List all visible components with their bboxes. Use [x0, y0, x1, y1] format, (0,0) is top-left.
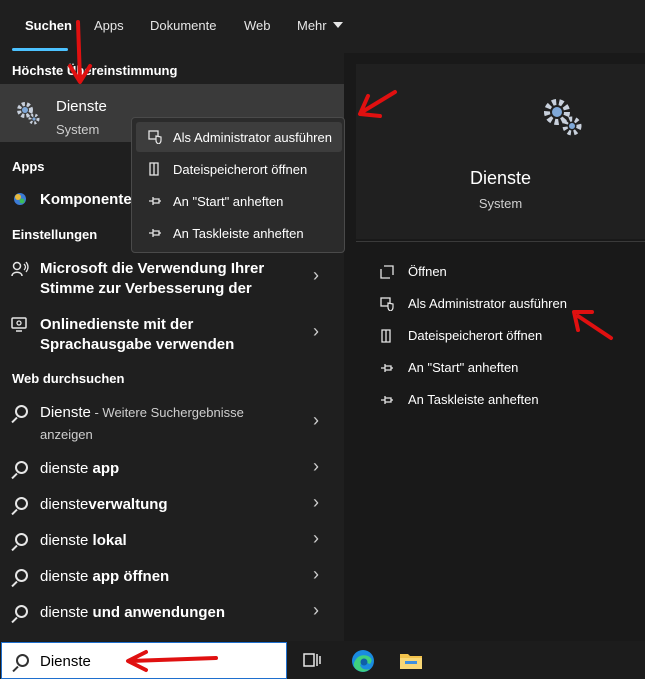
speech-icon [11, 261, 29, 277]
open-icon [380, 265, 394, 279]
chevron-right-icon: › [313, 492, 319, 512]
web-term: Dienste [40, 404, 91, 421]
chevron-right-icon: › [313, 564, 319, 584]
tab-apps[interactable]: Apps [94, 18, 124, 33]
settings-item-line2: Stimme zur Verbesserung der [40, 280, 252, 297]
best-match-subtitle: System [56, 122, 100, 137]
section-apps: Apps [12, 159, 45, 174]
action-label: Als Administrator ausführen [408, 296, 567, 311]
settings-item-line1: Onlinedienste mit der [40, 316, 194, 333]
tab-mehr[interactable]: Mehr [297, 18, 343, 33]
suggestion-bold: verwaltung [88, 496, 168, 513]
suggestion-prefix: dienste [40, 532, 93, 549]
active-tab-indicator [12, 48, 68, 51]
folder-icon [149, 162, 159, 176]
shield-icon [380, 297, 394, 311]
web-suffix: - Weitere Suchergebnisse [90, 405, 244, 420]
action-label: An "Start" anheften [408, 360, 519, 375]
tab-dokumente[interactable]: Dokumente [150, 18, 216, 33]
task-view-icon[interactable] [303, 652, 321, 668]
search-icon [15, 533, 28, 546]
context-item-run-as-admin[interactable]: Als Administrator ausführen [136, 122, 342, 152]
chevron-right-icon: › [313, 410, 319, 430]
search-icon [15, 497, 28, 510]
context-item-label: An "Start" anheften [173, 194, 284, 209]
web-suffix-line2: anzeigen [40, 427, 93, 442]
chevron-right-icon: › [313, 456, 319, 476]
best-match-title: Dienste [56, 98, 107, 115]
chevron-right-icon: › [313, 600, 319, 620]
pin-icon [149, 197, 161, 205]
suggestion-prefix: dienste [40, 496, 89, 513]
context-item-pin-taskbar[interactable]: An Taskleiste anheften [136, 218, 342, 248]
suggestion-bold: app [92, 460, 120, 477]
folder-icon [381, 329, 391, 343]
search-icon [16, 654, 29, 667]
tab-web[interactable]: Web [244, 18, 271, 33]
chevron-right-icon: › [313, 321, 319, 341]
search-icon [15, 605, 28, 618]
context-item-label: Als Administrator ausführen [173, 130, 332, 145]
monitor-speech-icon [11, 317, 27, 332]
search-input-value: Dienste [40, 653, 91, 670]
suggestion-bold: app öffnen [92, 568, 170, 585]
context-item-open-location[interactable]: Dateispeicherort öffnen [136, 154, 342, 184]
preview-title: Dienste [469, 168, 532, 188]
pin-icon [381, 396, 393, 404]
edge-icon[interactable] [350, 648, 376, 674]
file-explorer-icon[interactable] [399, 650, 423, 670]
action-label: An Taskleiste anheften [408, 392, 539, 407]
context-item-pin-start[interactable]: An "Start" anheften [136, 186, 342, 216]
search-icon [15, 405, 28, 418]
pin-icon [381, 364, 393, 372]
gear-icon [17, 102, 40, 125]
preview-subtitle: System [478, 196, 523, 211]
section-web: Web durchsuchen [12, 371, 125, 386]
search-input[interactable]: Dienste [1, 642, 287, 679]
search-icon [15, 569, 28, 582]
component-services-icon [14, 193, 26, 205]
suggestion-prefix: dienste [40, 604, 93, 621]
shield-icon [148, 130, 162, 144]
search-tabs: Suchen Apps Dokumente Web Mehr [0, 0, 645, 53]
context-item-label: Dateispeicherort öffnen [173, 162, 308, 177]
chevron-right-icon: › [313, 528, 319, 548]
search-icon [15, 461, 28, 474]
settings-item-line1: Microsoft die Verwendung Ihrer [40, 260, 265, 277]
section-einstellungen: Einstellungen [12, 227, 98, 242]
suggestion-prefix: dienste [40, 460, 93, 477]
gear-icon [544, 99, 582, 136]
chevron-down-icon [332, 22, 343, 28]
divider [356, 241, 645, 242]
context-item-label: An Taskleiste anheften [173, 226, 304, 241]
preview-header: Dienste System [356, 64, 645, 239]
action-label: Dateispeicherort öffnen [408, 328, 543, 343]
section-best-match: Höchste Übereinstimmung [12, 63, 178, 78]
pin-icon [149, 229, 161, 237]
tab-mehr-label: Mehr [297, 18, 327, 33]
settings-item-line2: Sprachausgabe verwenden [40, 336, 235, 353]
suggestion-bold: und anwendungen [92, 604, 226, 621]
tab-suchen[interactable]: Suchen [25, 18, 72, 33]
chevron-right-icon: › [313, 265, 319, 285]
suggestion-bold: lokal [92, 532, 127, 549]
action-label: Öffnen [408, 264, 447, 279]
suggestion-prefix: dienste [40, 568, 93, 585]
context-menu: Als Administrator ausführen Dateispeiche… [131, 117, 345, 253]
